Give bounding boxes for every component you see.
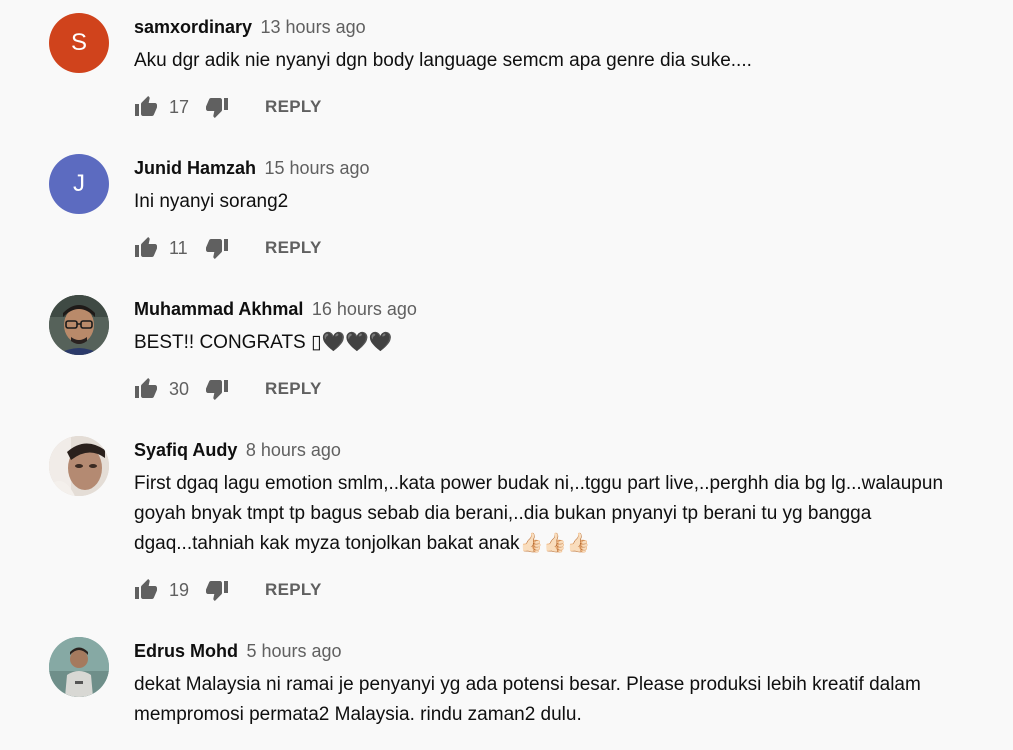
thumb-up-icon[interactable] [134, 236, 158, 260]
comment-thread: Edrus Mohd 5 hours ago dekat Malaysia ni… [0, 624, 1013, 750]
author-name[interactable]: Edrus Mohd [134, 641, 238, 661]
thumb-down-icon[interactable] [205, 578, 229, 602]
comment-action-bar: 17 REPLY [134, 93, 322, 121]
author-name[interactable]: Syafiq Audy [134, 440, 237, 460]
reply-button[interactable]: REPLY [265, 379, 322, 399]
comment-text: Ini nyanyi sorang2 [134, 191, 289, 212]
avatar-photo [49, 436, 109, 496]
comment-header: Junid Hamzah 15 hours ago [134, 157, 370, 181]
comment-header: Muhammad Akhmal 16 hours ago [134, 298, 417, 322]
avatar[interactable] [49, 637, 109, 697]
thumb-up-icon[interactable] [134, 95, 158, 119]
thumb-up-icon[interactable] [134, 578, 158, 602]
comment-thread: J Junid Hamzah 15 hours ago Ini nyanyi s… [0, 141, 1013, 282]
author-name[interactable]: Muhammad Akhmal [134, 299, 303, 319]
comment-action-bar: 30 REPLY [134, 375, 322, 403]
comment-text: BEST!! CONGRATS ▯🖤🖤🖤 [134, 332, 393, 353]
avatar-photo [49, 295, 109, 355]
comment-thread: S samxordinary 13 hours ago Aku dgr adik… [0, 0, 1013, 141]
like-count: 17 [169, 96, 190, 117]
comment-timestamp[interactable]: 8 hours ago [246, 440, 341, 460]
thumb-down-icon[interactable] [205, 95, 229, 119]
comment-thread: Muhammad Akhmal 16 hours ago BEST!! CONG… [0, 282, 1013, 423]
comment-action-bar: 19 REPLY [134, 576, 322, 604]
thumb-up-icon[interactable] [134, 377, 158, 401]
avatar[interactable] [49, 436, 109, 496]
comment-action-bar: 11 REPLY [134, 234, 322, 262]
author-name[interactable]: samxordinary [134, 17, 252, 37]
reply-button[interactable]: REPLY [265, 238, 322, 258]
comment-text: Aku dgr adik nie nyanyi dgn body languag… [134, 50, 752, 71]
thumb-down-icon[interactable] [205, 236, 229, 260]
avatar[interactable]: S [49, 13, 109, 73]
avatar-photo [49, 637, 109, 697]
avatar-letter: S [70, 29, 87, 56]
comment-timestamp[interactable]: 16 hours ago [312, 299, 417, 319]
comment-text: dekat Malaysia ni ramai je penyanyi yg a… [134, 674, 927, 725]
reply-button[interactable]: REPLY [265, 97, 322, 117]
like-count: 30 [169, 378, 190, 399]
comment-thread: Syafiq Audy 8 hours ago First dgaq lagu … [0, 423, 1013, 624]
comment-header: Edrus Mohd 5 hours ago [134, 640, 342, 664]
reply-button[interactable]: REPLY [265, 580, 322, 600]
comment-header: Syafiq Audy 8 hours ago [134, 439, 341, 463]
comment-header: samxordinary 13 hours ago [134, 16, 366, 40]
author-name[interactable]: Junid Hamzah [134, 158, 256, 178]
avatar[interactable] [49, 295, 109, 355]
comment-timestamp[interactable]: 15 hours ago [264, 158, 369, 178]
comment-text: First dgaq lagu emotion smlm,..kata powe… [134, 473, 949, 554]
thumb-down-icon[interactable] [205, 377, 229, 401]
like-count: 19 [169, 579, 190, 600]
comment-timestamp[interactable]: 5 hours ago [246, 641, 341, 661]
avatar[interactable]: J [49, 154, 109, 214]
comment-timestamp[interactable]: 13 hours ago [261, 17, 366, 37]
avatar-letter: J [73, 170, 85, 197]
like-count: 11 [169, 237, 188, 258]
